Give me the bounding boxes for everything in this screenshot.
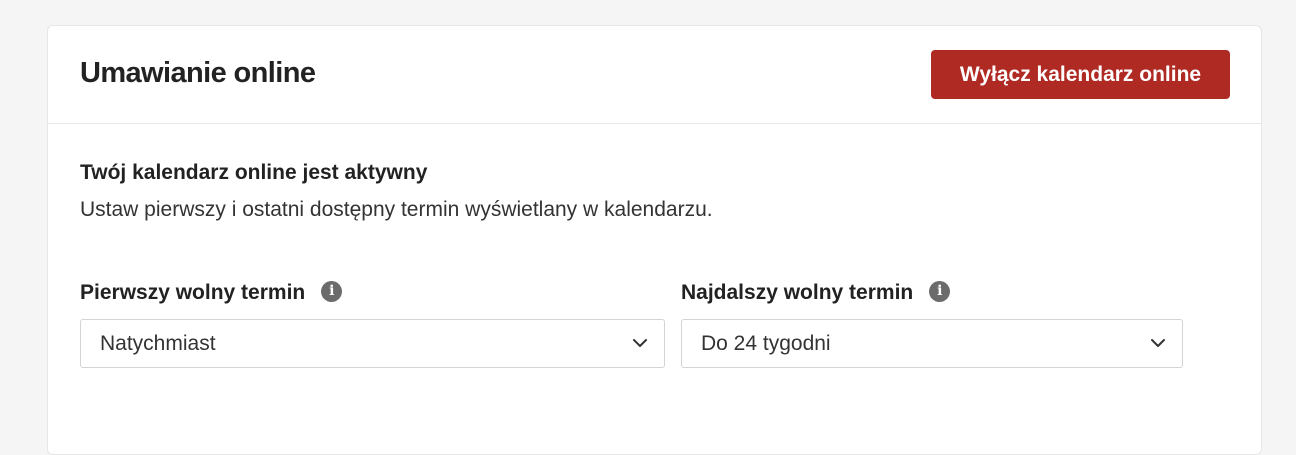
first-slot-label-row: Pierwszy wolny termin i bbox=[80, 280, 343, 305]
last-slot-select[interactable]: Do 24 tygodni bbox=[681, 319, 1183, 368]
chevron-down-icon bbox=[633, 339, 647, 347]
first-slot-select[interactable]: Natychmiast bbox=[80, 319, 665, 368]
page-title: Umawianie online bbox=[80, 57, 316, 89]
last-slot-label-row: Najdalszy wolny termin i bbox=[681, 280, 951, 305]
first-slot-value: Natychmiast bbox=[100, 332, 216, 355]
info-icon[interactable]: i bbox=[929, 280, 951, 302]
last-slot-value: Do 24 tygodni bbox=[701, 332, 831, 355]
chevron-down-icon bbox=[1151, 339, 1165, 347]
status-description: Ustaw pierwszy i ostatni dostępny termin… bbox=[80, 198, 713, 221]
card-header: Umawianie online Wyłącz kalendarz online bbox=[48, 26, 1261, 124]
disable-online-calendar-button[interactable]: Wyłącz kalendarz online bbox=[931, 50, 1230, 99]
online-booking-card: Umawianie online Wyłącz kalendarz online… bbox=[47, 25, 1262, 455]
status-heading: Twój kalendarz online jest aktywny bbox=[80, 161, 428, 184]
first-slot-label: Pierwszy wolny termin bbox=[80, 281, 306, 304]
last-slot-label: Najdalszy wolny termin bbox=[681, 281, 914, 304]
info-icon[interactable]: i bbox=[321, 280, 343, 302]
